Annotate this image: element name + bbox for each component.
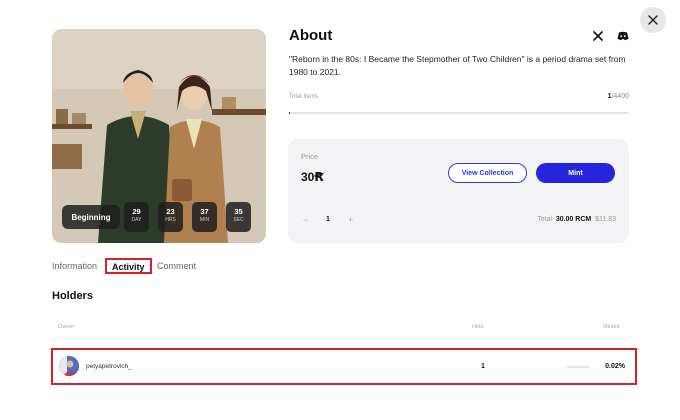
quantity-decrement-button[interactable]: − — [303, 215, 308, 225]
avatar — [59, 356, 79, 376]
quantity-increment-button[interactable]: + — [348, 215, 353, 225]
mint-progress-fill — [289, 112, 291, 114]
collection-description: "Reborn in the 80s: I Became the Stepmot… — [289, 54, 626, 77]
table-divider — [52, 338, 630, 339]
countdown-minutes: 37 MIN — [192, 202, 217, 232]
total-items-value: 1/4400 — [607, 93, 629, 100]
total-cost: Total 30.00 RCM $11.83 — [537, 216, 616, 223]
minted-share-bar — [566, 366, 590, 368]
holder-minted: 0.02% — [605, 363, 625, 370]
holder-username[interactable]: petyapetrovich_ — [86, 363, 132, 370]
cover-image: Beginning 29 DAY 23 HRS 37 MIN 35 SEC — [52, 29, 266, 243]
column-header-minted: Minted — [603, 324, 620, 330]
tab-comment[interactable]: Comment — [157, 261, 196, 271]
column-header-owner: Owner — [58, 324, 75, 330]
price-value: 30Ꞧ — [301, 170, 324, 184]
holder-held: 1 — [481, 363, 485, 370]
price-label: Price — [301, 152, 319, 161]
quantity-value[interactable]: 1 — [326, 216, 330, 223]
mint-button[interactable]: Mint — [536, 163, 615, 183]
tab-information[interactable]: Information — [52, 261, 97, 271]
close-button[interactable] — [640, 7, 666, 33]
x-twitter-icon[interactable] — [593, 31, 603, 41]
view-collection-button[interactable]: View Collection — [448, 163, 527, 183]
holders-title: Holders — [52, 290, 93, 302]
countdown-seconds: 35 SEC — [226, 202, 251, 232]
total-items-label: Total Items — [289, 94, 319, 100]
mint-progress-bar — [289, 112, 629, 114]
tab-activity[interactable]: Activity — [105, 258, 152, 274]
countdown-hours: 23 HRS — [158, 202, 183, 232]
countdown-days: 29 DAY — [124, 202, 149, 232]
table-row[interactable]: petyapetrovich_ 1 0.02% — [51, 348, 637, 385]
stage-badge: Beginning — [62, 205, 120, 229]
discord-icon[interactable] — [617, 31, 629, 41]
price-card: Price 30Ꞧ View Collection Mint − 1 + Tot… — [288, 139, 629, 243]
column-header-held: Held — [472, 324, 484, 330]
close-icon — [648, 15, 658, 25]
about-title: About — [289, 27, 333, 44]
